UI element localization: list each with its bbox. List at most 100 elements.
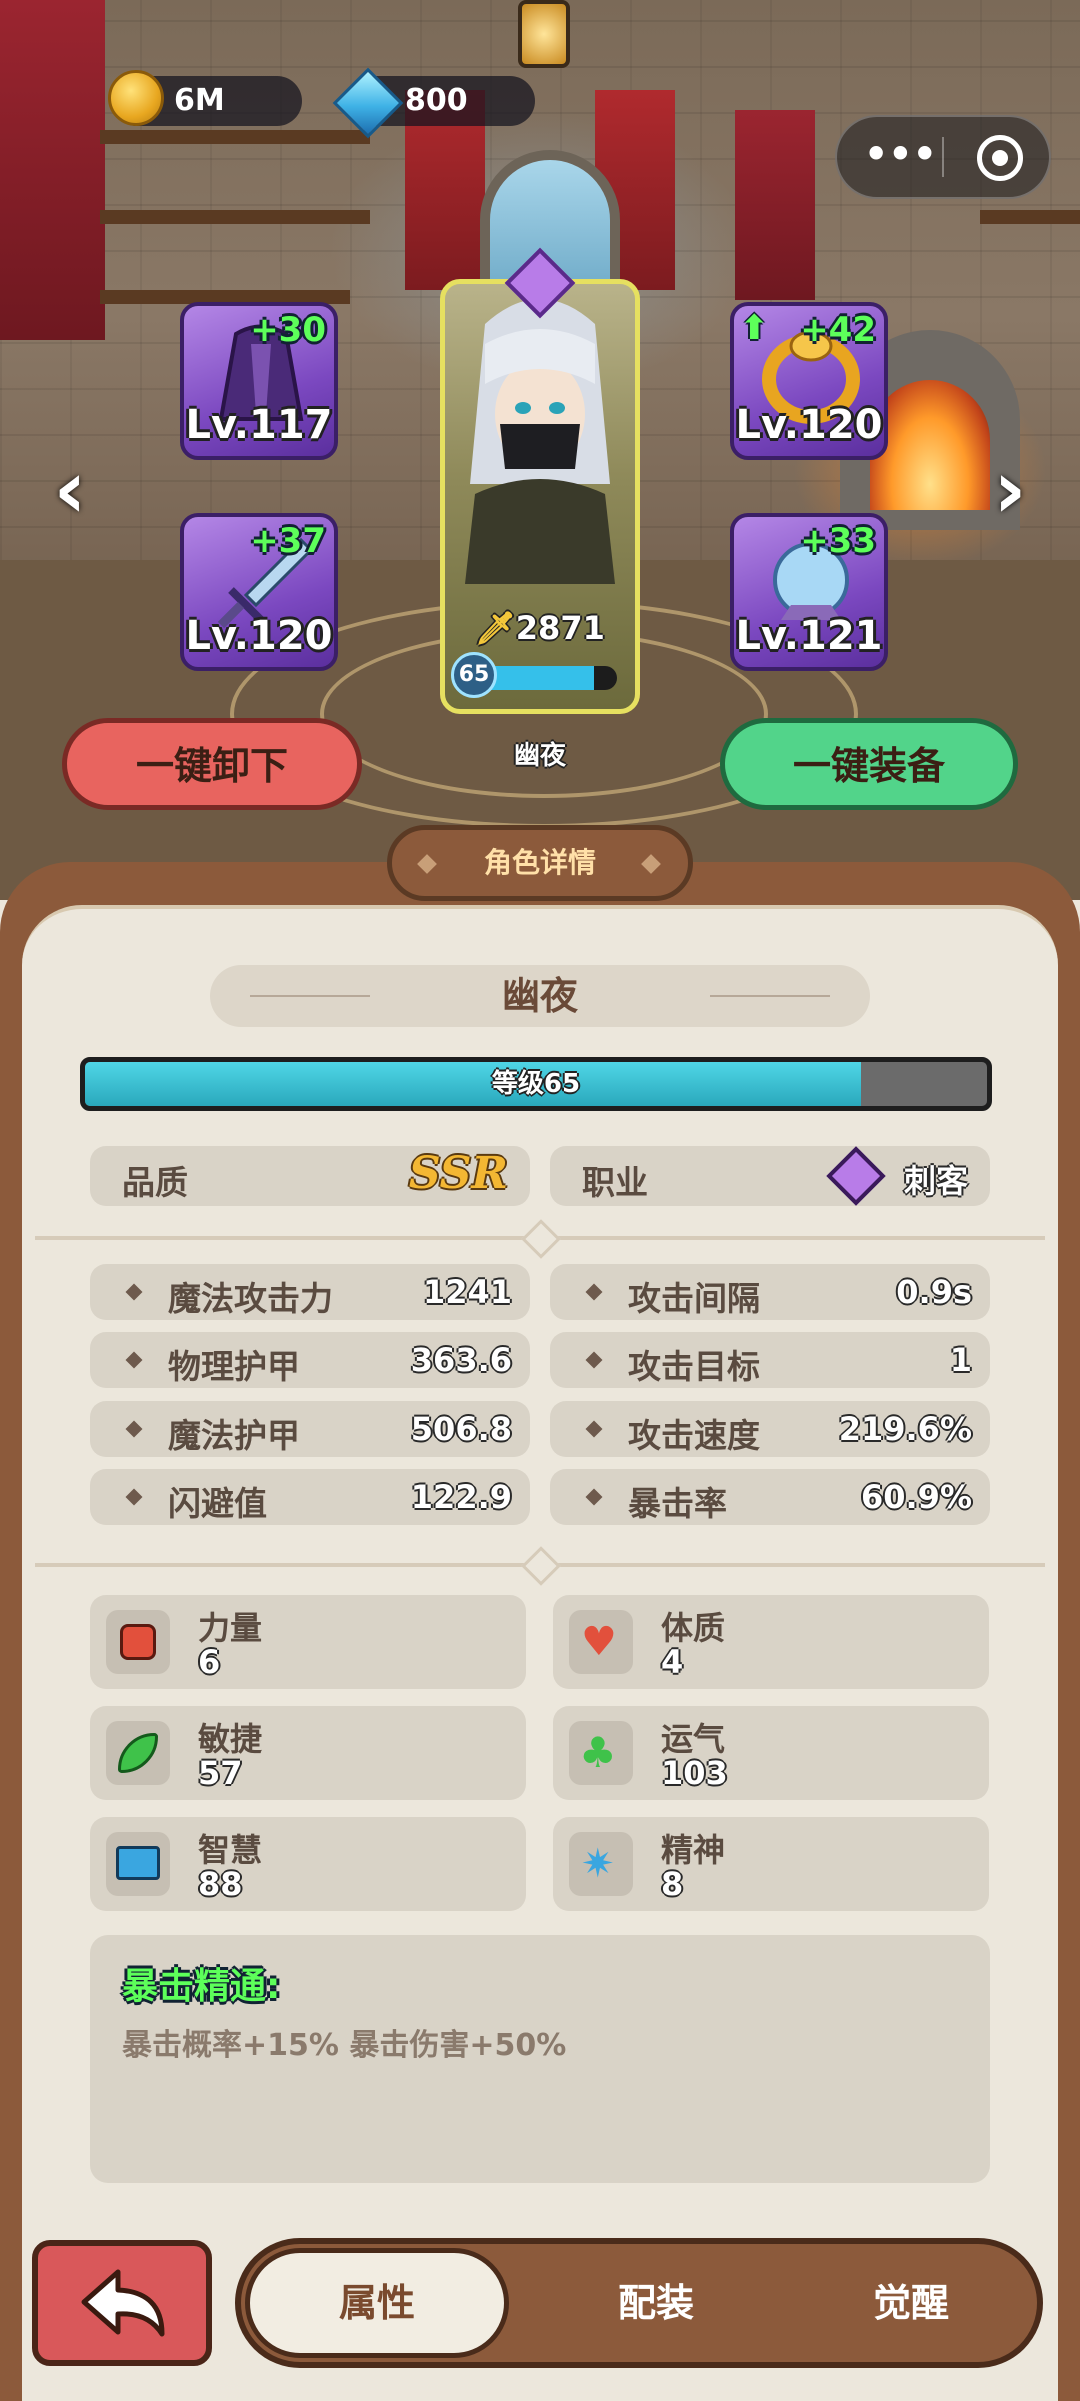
stat-row: 物理护甲 363.6 — [90, 1332, 530, 1388]
fist-icon — [106, 1610, 170, 1674]
item-level: Lv.117 — [185, 402, 333, 448]
bullet-icon — [585, 1283, 603, 1301]
item-level: Lv.120 — [735, 402, 883, 448]
equip-slot-accessory[interactable]: +33 Lv.121 — [730, 513, 888, 671]
stat-value: 0.9s — [896, 1273, 972, 1311]
skill-description: 暴击概率+15% 暴击伤害+50% — [122, 2028, 567, 2063]
prev-hero-arrow[interactable]: ‹ — [40, 450, 100, 530]
stat-row: 闪避值 122.9 — [90, 1469, 530, 1525]
stat-row: 攻击间隔 0.9s — [550, 1264, 990, 1320]
stat-name: 闪避值 — [168, 1484, 267, 1523]
hero-level-badge: 65 — [451, 652, 497, 698]
attribute-spirit: ✷ 精神 8 — [553, 1817, 989, 1911]
hero-name: 幽夜 — [501, 974, 578, 1018]
hero-portrait — [465, 299, 615, 584]
clover-icon: ♣ — [569, 1721, 633, 1785]
name-banner: 幽夜 — [210, 965, 870, 1027]
stat-value: 363.6 — [410, 1341, 512, 1379]
bullet-icon — [125, 1351, 143, 1369]
bullet-icon — [585, 1488, 603, 1506]
wing-icon — [106, 1721, 170, 1785]
attribute-value: 103 — [661, 1754, 728, 1792]
bullet-icon — [585, 1351, 603, 1369]
equip-all-button[interactable]: 一键装备 — [720, 718, 1018, 810]
bullet-icon — [125, 1283, 143, 1301]
next-hero-arrow[interactable]: › — [980, 450, 1040, 530]
stat-name: 攻击速度 — [628, 1416, 760, 1455]
assassin-class-icon — [826, 1146, 886, 1206]
enhance-level: +37 — [250, 521, 326, 561]
tab-equipment[interactable]: 配装 — [541, 2248, 771, 2358]
stat-name: 攻击目标 — [628, 1347, 760, 1386]
tab-awaken[interactable]: 觉醒 — [796, 2248, 1026, 2358]
unequip-all-button[interactable]: 一键卸下 — [62, 718, 362, 810]
close-miniprogram-icon[interactable] — [977, 135, 1023, 181]
hero-power: 🗡2871 — [445, 609, 635, 647]
hero-card[interactable]: 🗡2871 65 — [440, 279, 640, 714]
stat-name: 物理护甲 — [168, 1347, 300, 1386]
back-arrow-icon — [81, 2269, 165, 2337]
stat-row: 暴击率 60.9% — [550, 1469, 990, 1525]
shelf — [100, 210, 370, 224]
skill-box: 暴击精通: 暴击概率+15% 暴击伤害+50% — [90, 1935, 990, 2183]
quality-label: 品质 — [122, 1163, 188, 1202]
section-title: 角色详情 — [483, 846, 596, 879]
stat-value: 506.8 — [410, 1410, 512, 1448]
spirit-icon: ✷ — [569, 1832, 633, 1896]
stat-name: 暴击率 — [628, 1484, 727, 1523]
upgrade-arrow-icon: ⬆ — [740, 308, 769, 348]
level-progress-bar: 等级65 — [80, 1057, 992, 1111]
miniprogram-capsule: ••• — [835, 115, 1051, 199]
back-button[interactable] — [32, 2240, 212, 2366]
stat-value: 1241 — [422, 1273, 512, 1311]
level-label: 等级65 — [491, 1069, 581, 1099]
enhance-level: +42 — [800, 310, 876, 350]
gem-value: 800 — [405, 83, 468, 118]
lantern — [518, 0, 570, 68]
stat-name: 魔法攻击力 — [168, 1279, 333, 1318]
fire — [870, 380, 990, 510]
bottom-tab-bar: 属性 配装 觉醒 — [235, 2238, 1043, 2368]
stat-row: 魔法护甲 506.8 — [90, 1401, 530, 1457]
heart-icon: ♥ — [569, 1610, 633, 1674]
capsule-divider — [942, 137, 944, 177]
enhance-level: +30 — [250, 310, 326, 350]
bullet-icon — [125, 1420, 143, 1438]
attribute-value: 57 — [198, 1754, 243, 1792]
book-icon — [106, 1832, 170, 1896]
shelf — [980, 210, 1080, 224]
class-label: 职业 — [582, 1163, 648, 1202]
bullet-icon — [125, 1488, 143, 1506]
equip-slot-weapon[interactable]: +37 Lv.120 — [180, 513, 338, 671]
coin-icon — [108, 70, 164, 126]
tab-attributes[interactable]: 属性 — [245, 2248, 509, 2358]
class-row: 职业 刺客 — [550, 1146, 990, 1206]
stat-value: 1 — [949, 1341, 972, 1379]
attribute-wisdom: 智慧 88 — [90, 1817, 526, 1911]
equip-slot-ring[interactable]: ⬆ +42 Lv.120 — [730, 302, 888, 460]
class-value: 刺客 — [903, 1162, 968, 1200]
attribute-value: 88 — [198, 1865, 243, 1903]
section-tab: 角色详情 — [387, 825, 693, 901]
hero-name-label: 幽夜 — [513, 741, 566, 771]
stat-row: 攻击目标 1 — [550, 1332, 990, 1388]
stat-row: 魔法攻击力 1241 — [90, 1264, 530, 1320]
attribute-value: 4 — [661, 1643, 684, 1681]
stat-value: 219.6% — [838, 1410, 972, 1448]
equip-slot-armor[interactable]: +30 Lv.117 — [180, 302, 338, 460]
stat-value: 60.9% — [860, 1478, 972, 1516]
attribute-agility: 敏捷 57 — [90, 1706, 526, 1800]
skill-title: 暴击精通: — [122, 1966, 281, 2007]
attribute-strength: 力量 6 — [90, 1595, 526, 1689]
gold-value: 6M — [174, 83, 225, 118]
stat-row: 攻击速度 219.6% — [550, 1401, 990, 1457]
more-icon[interactable]: ••• — [864, 135, 937, 177]
attribute-luck: ♣ 运气 103 — [553, 1706, 989, 1800]
quality-value: SSR — [408, 1148, 508, 1199]
shelf — [100, 130, 370, 144]
right-banner — [735, 110, 815, 300]
stat-name: 魔法护甲 — [168, 1416, 300, 1455]
power-sword-icon: 🗡 — [475, 609, 516, 647]
stat-name: 攻击间隔 — [628, 1279, 760, 1318]
left-banner — [0, 0, 105, 340]
